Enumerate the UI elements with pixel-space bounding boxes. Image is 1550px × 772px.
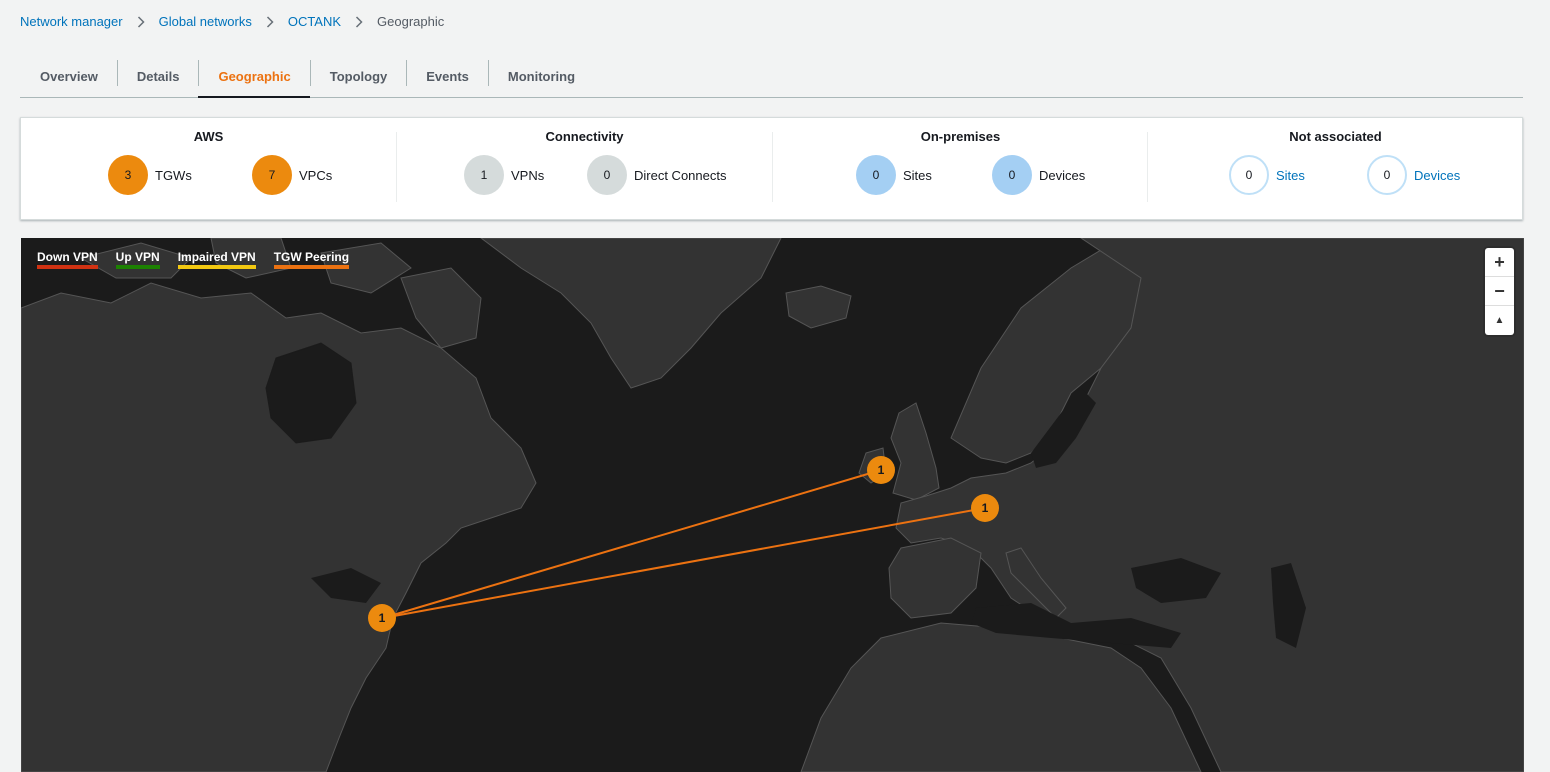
on-premises-group: On-premises 0 Sites 0 Devices xyxy=(773,118,1148,219)
iberia-landmass xyxy=(888,537,982,619)
direct-connect-count-badge: 0 xyxy=(587,155,627,195)
region-marker-us-east[interactable]: 1 xyxy=(368,604,396,632)
breadcrumb-network-manager[interactable]: Network manager xyxy=(20,14,123,29)
not-associated-devices-link[interactable]: Devices xyxy=(1414,168,1460,183)
tab-topology[interactable]: Topology xyxy=(309,55,407,97)
not-associated-devices-count-badge: 0 xyxy=(1367,155,1407,195)
legend-impaired-vpn: Impaired VPN xyxy=(177,250,256,269)
tab-geographic[interactable]: Geographic xyxy=(198,55,310,98)
region-marker-eu-west-london[interactable]: 1 xyxy=(867,456,895,484)
vpn-label: VPNs xyxy=(511,167,545,183)
vpn-count-badge: 1 xyxy=(464,155,504,195)
chevron-right-icon xyxy=(137,15,145,28)
breadcrumb-octank[interactable]: OCTANK xyxy=(288,14,341,29)
vpc-label: VPCs xyxy=(299,167,333,183)
great-britain-landmass xyxy=(890,402,940,501)
tgw-label: TGWs xyxy=(155,167,192,183)
vpc-stat: 7 VPCs xyxy=(252,155,332,195)
tab-monitoring[interactable]: Monitoring xyxy=(487,55,594,97)
vpc-count-badge: 7 xyxy=(252,155,292,195)
tab-bar: Overview Details Geographic Topology Eve… xyxy=(20,55,1523,98)
zoom-out-button[interactable]: − xyxy=(1485,277,1514,306)
iceland-landmass xyxy=(785,285,852,329)
region-marker-eu-central-frankfurt[interactable]: 1 xyxy=(971,494,999,522)
chevron-right-icon xyxy=(355,15,363,28)
on-premises-title: On-premises xyxy=(920,129,1001,144)
direct-connect-stat: 0 Direct Connects xyxy=(587,155,726,195)
not-associated-devices-stat: 0 Devices xyxy=(1367,155,1460,195)
zoom-in-button[interactable]: + xyxy=(1485,248,1514,277)
on-prem-sites-stat: 0 Sites xyxy=(856,155,932,195)
north-america-landmass xyxy=(21,282,537,772)
aws-title: AWS xyxy=(193,129,224,144)
compass-icon: ▲ xyxy=(1494,315,1505,326)
not-associated-sites-count-badge: 0 xyxy=(1229,155,1269,195)
greenland-landmass xyxy=(480,238,782,389)
aws-group: AWS 3 TGWs 7 VPCs xyxy=(21,118,396,219)
connectivity-title: Connectivity xyxy=(545,129,624,144)
legend-tgw-peering: TGW Peering xyxy=(273,250,350,269)
on-prem-devices-count-badge: 0 xyxy=(992,155,1032,195)
direct-connect-label: Direct Connects xyxy=(634,167,727,183)
on-prem-sites-label: Sites xyxy=(903,167,932,183)
breadcrumb: Network manager Global networks OCTANK G… xyxy=(20,14,444,29)
on-prem-sites-count-badge: 0 xyxy=(856,155,896,195)
map-legend: Down VPN Up VPN Impaired VPN TGW Peering xyxy=(37,250,350,269)
connectivity-group: Connectivity 1 VPNs 0 Direct Connects xyxy=(397,118,772,219)
chevron-right-icon xyxy=(266,15,274,28)
map-zoom-controls: + − ▲ xyxy=(1485,248,1514,335)
tgw-count-badge: 3 xyxy=(108,155,148,195)
map-canvas[interactable] xyxy=(21,238,1524,772)
breadcrumb-global-networks[interactable]: Global networks xyxy=(159,14,252,29)
on-prem-devices-label: Devices xyxy=(1039,167,1086,183)
tab-overview[interactable]: Overview xyxy=(20,55,117,97)
tgw-stat: 3 TGWs xyxy=(108,155,192,195)
tab-events[interactable]: Events xyxy=(406,55,488,97)
not-associated-title: Not associated xyxy=(1289,129,1382,144)
summary-panel: AWS 3 TGWs 7 VPCs Connectivity 1 VPNs 0 … xyxy=(20,117,1523,220)
not-associated-sites-link[interactable]: Sites xyxy=(1276,168,1305,183)
geographic-map[interactable]: Down VPN Up VPN Impaired VPN TGW Peering… xyxy=(21,238,1524,772)
tab-details[interactable]: Details xyxy=(116,55,199,97)
legend-down-vpn: Down VPN xyxy=(37,250,98,269)
reset-north-button[interactable]: ▲ xyxy=(1485,306,1514,335)
breadcrumb-current: Geographic xyxy=(377,14,445,29)
legend-up-vpn: Up VPN xyxy=(115,250,160,269)
vpn-stat: 1 VPNs xyxy=(464,155,544,195)
on-prem-devices-stat: 0 Devices xyxy=(992,155,1085,195)
not-associated-group: Not associated 0 Sites 0 Devices xyxy=(1148,118,1523,219)
not-associated-sites-stat: 0 Sites xyxy=(1229,155,1305,195)
